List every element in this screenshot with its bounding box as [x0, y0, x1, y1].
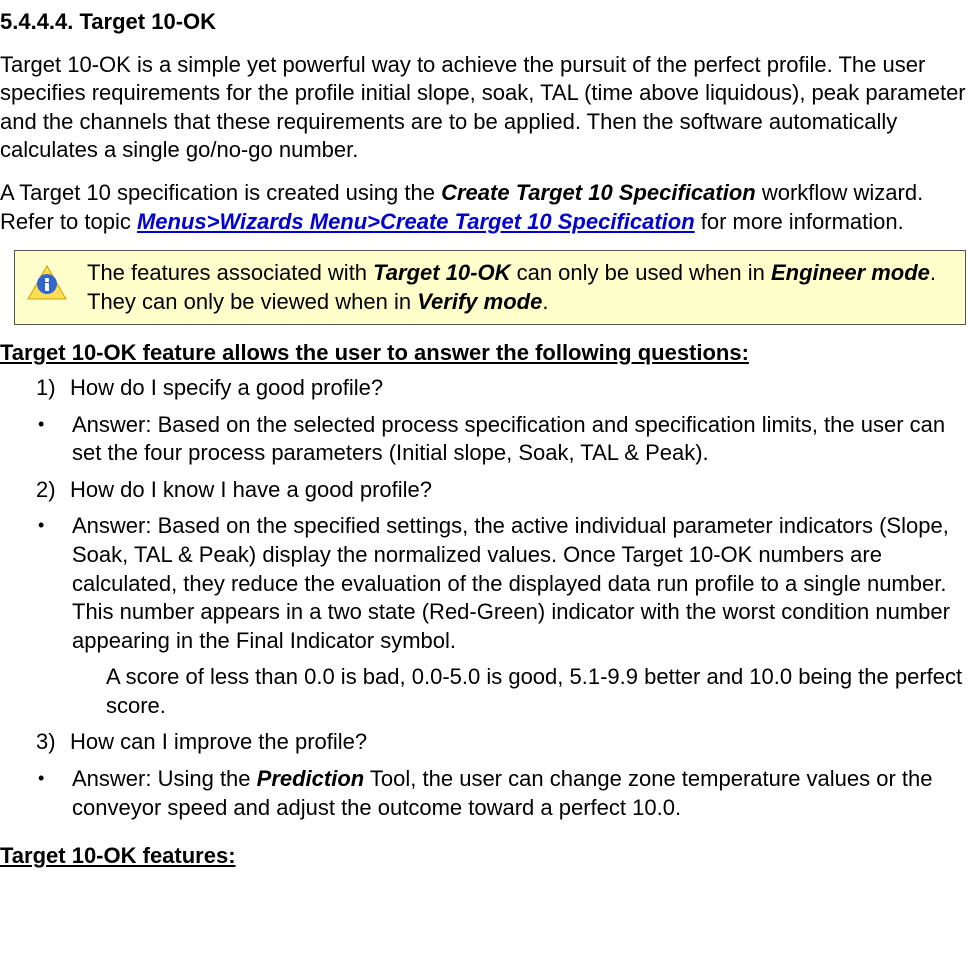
text-fragment: Answer: Using the: [72, 766, 257, 791]
answer-2-supplement: A score of less than 0.0 is bad, 0.0-5.0…: [106, 663, 970, 720]
list-item: • Answer: Based on the selected process …: [36, 411, 970, 468]
text-fragment: for more information.: [695, 209, 904, 234]
section-heading: 5.4.4.4. Target 10-OK: [0, 8, 970, 37]
answer-3: Answer: Using the Prediction Tool, the u…: [72, 765, 970, 822]
text-fragment: A Target 10 specification is created usi…: [0, 180, 441, 205]
intro-paragraph-2: A Target 10 specification is created usi…: [0, 179, 970, 236]
question-list: 1) How do I specify a good profile? • An…: [0, 374, 970, 822]
callout-text: The features associated with Target 10-O…: [87, 259, 955, 316]
question-1: How do I specify a good profile?: [70, 374, 970, 403]
list-marker: 2): [36, 476, 70, 505]
emphasis-create-spec: Create Target 10 Specification: [441, 180, 756, 205]
emphasis-verify-mode: Verify mode: [417, 289, 542, 314]
list-item: • Answer: Based on the specified setting…: [36, 512, 970, 655]
answer-1: Answer: Based on the selected process sp…: [72, 411, 970, 468]
list-item: • Answer: Using the Prediction Tool, the…: [36, 765, 970, 822]
emphasis-prediction: Prediction: [257, 766, 365, 791]
info-icon: [25, 263, 69, 307]
list-item: 1) How do I specify a good profile?: [36, 374, 970, 403]
bullet-icon: •: [36, 411, 72, 468]
question-3: How can I improve the profile?: [70, 728, 970, 757]
list-marker: 1): [36, 374, 70, 403]
question-2: How do I know I have a good profile?: [70, 476, 970, 505]
list-item: 2) How do I know I have a good profile?: [36, 476, 970, 505]
bullet-icon: •: [36, 512, 72, 655]
text-fragment: can only be used when in: [510, 260, 771, 285]
features-heading: Target 10-OK features:: [0, 842, 970, 871]
info-callout: The features associated with Target 10-O…: [14, 250, 966, 325]
emphasis-engineer-mode: Engineer mode: [771, 260, 930, 285]
questions-heading: Target 10-OK feature allows the user to …: [0, 339, 970, 368]
bullet-icon: •: [36, 765, 72, 822]
link-menus-wizards[interactable]: Menus>Wizards Menu>Create Target 10 Spec…: [137, 209, 695, 234]
answer-2: Answer: Based on the specified settings,…: [72, 512, 970, 655]
intro-paragraph-1: Target 10-OK is a simple yet powerful wa…: [0, 51, 970, 165]
list-marker: 3): [36, 728, 70, 757]
list-item: 3) How can I improve the profile?: [36, 728, 970, 757]
text-fragment: .: [542, 289, 548, 314]
text-fragment: The features associated with: [87, 260, 373, 285]
emphasis-target10ok: Target 10-OK: [373, 260, 510, 285]
